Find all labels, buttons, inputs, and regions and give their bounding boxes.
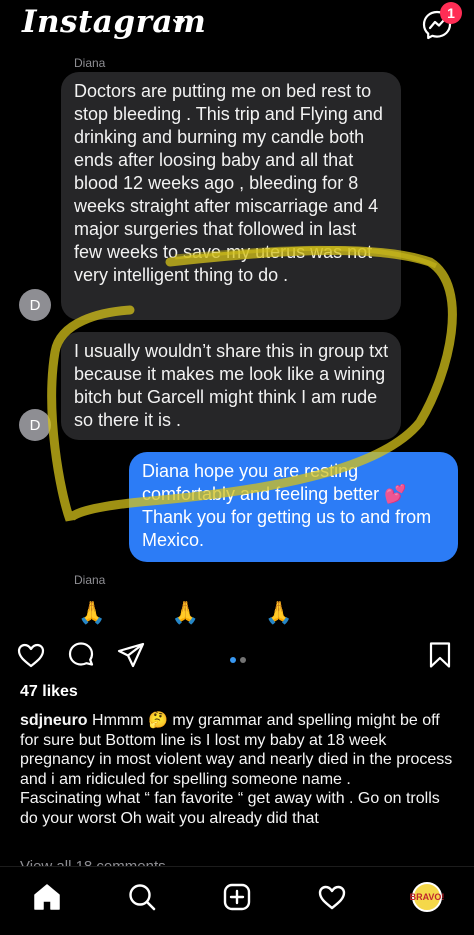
caption-text-continued: Fascinating what “ fan favorite “ get aw… [20,790,440,827]
profile-avatar[interactable]: BRAVO! [410,882,444,912]
message-bubble-outgoing: Diana hope you are resting comfortably a… [129,452,458,562]
bottom-nav: BRAVO! [0,866,474,935]
view-comments-link[interactable]: View all 18 comments [20,858,166,866]
sender-name: Diana [74,56,106,70]
search-icon[interactable] [126,881,158,913]
new-post-icon[interactable] [221,881,253,913]
message-bubble-incoming: Doctors are putting me on bed rest to st… [61,72,401,320]
home-icon[interactable] [31,881,63,913]
heart-icon[interactable] [16,640,46,670]
carousel-dot-active [230,657,236,663]
post-caption: sdjneuro Hmmm 🤔 my grammar and spelling … [20,711,460,829]
prayer-emojis: 🙏 🙏 🙏 [78,600,323,625]
send-icon[interactable] [116,640,146,670]
sender-name: Diana [74,573,106,587]
like-count[interactable]: 47 likes [20,683,78,701]
notification-badge: 1 [440,2,462,24]
chevron-down-icon[interactable] [172,16,186,30]
carousel-dot [240,657,246,663]
post-image[interactable]: Diana Doctors are putting me on bed rest… [0,52,474,632]
caption-username[interactable]: sdjneuro [20,712,88,729]
comment-icon[interactable] [66,640,96,670]
carousel-indicator [228,650,248,668]
activity-icon[interactable] [316,881,348,913]
post-actions [0,636,474,676]
bookmark-icon[interactable] [425,640,455,670]
sender-avatar: D [19,289,51,321]
sender-avatar: D [19,409,51,441]
message-bubble-incoming: I usually wouldn’t share this in group t… [61,332,401,440]
top-bar: Instagram 1 [0,0,474,52]
